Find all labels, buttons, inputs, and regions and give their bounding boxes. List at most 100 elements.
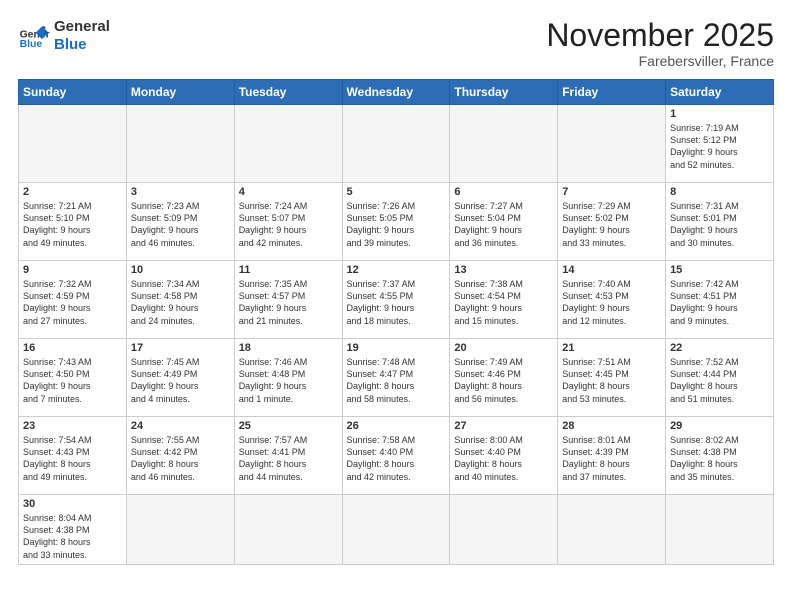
day-number: 9	[23, 264, 122, 276]
calendar-cell	[126, 105, 234, 183]
day-info: Sunrise: 7:29 AM Sunset: 5:02 PM Dayligh…	[562, 200, 661, 249]
calendar-cell: 3 Sunrise: 7:23 AM Sunset: 5:09 PM Daylig…	[126, 183, 234, 261]
calendar-cell: 8 Sunrise: 7:31 AM Sunset: 5:01 PM Daylig…	[666, 183, 774, 261]
day-number: 8	[670, 186, 769, 198]
weekday-header-wednesday: Wednesday	[342, 80, 450, 105]
calendar-cell: 28 Sunrise: 8:01 AM Sunset: 4:39 PM Dayli…	[558, 417, 666, 495]
day-number: 23	[23, 420, 122, 432]
day-info: Sunrise: 7:40 AM Sunset: 4:53 PM Dayligh…	[562, 278, 661, 327]
calendar-cell	[19, 105, 127, 183]
day-number: 6	[454, 186, 553, 198]
day-number: 24	[131, 420, 230, 432]
day-number: 25	[239, 420, 338, 432]
calendar: SundayMondayTuesdayWednesdayThursdayFrid…	[18, 79, 774, 565]
day-number: 17	[131, 342, 230, 354]
calendar-cell: 29 Sunrise: 8:02 AM Sunset: 4:38 PM Dayli…	[666, 417, 774, 495]
calendar-cell: 7 Sunrise: 7:29 AM Sunset: 5:02 PM Daylig…	[558, 183, 666, 261]
day-info: Sunrise: 7:48 AM Sunset: 4:47 PM Dayligh…	[347, 356, 446, 405]
day-number: 22	[670, 342, 769, 354]
calendar-cell: 15 Sunrise: 7:42 AM Sunset: 4:51 PM Dayli…	[666, 261, 774, 339]
day-info: Sunrise: 7:42 AM Sunset: 4:51 PM Dayligh…	[670, 278, 769, 327]
calendar-cell: 30 Sunrise: 8:04 AM Sunset: 4:38 PM Dayli…	[19, 495, 127, 565]
calendar-cell: 24 Sunrise: 7:55 AM Sunset: 4:42 PM Dayli…	[126, 417, 234, 495]
day-number: 1	[670, 108, 769, 120]
day-number: 16	[23, 342, 122, 354]
weekday-header-tuesday: Tuesday	[234, 80, 342, 105]
day-number: 30	[23, 498, 122, 510]
day-info: Sunrise: 7:31 AM Sunset: 5:01 PM Dayligh…	[670, 200, 769, 249]
day-info: Sunrise: 7:35 AM Sunset: 4:57 PM Dayligh…	[239, 278, 338, 327]
day-number: 4	[239, 186, 338, 198]
day-number: 14	[562, 264, 661, 276]
day-info: Sunrise: 7:54 AM Sunset: 4:43 PM Dayligh…	[23, 434, 122, 483]
day-info: Sunrise: 7:45 AM Sunset: 4:49 PM Dayligh…	[131, 356, 230, 405]
day-info: Sunrise: 7:43 AM Sunset: 4:50 PM Dayligh…	[23, 356, 122, 405]
logo-icon: General Blue	[18, 20, 50, 52]
title-block: November 2025 Farebersviller, France	[546, 18, 774, 69]
weekday-header-monday: Monday	[126, 80, 234, 105]
calendar-cell	[450, 495, 558, 565]
calendar-cell: 1Sunrise: 7:19 AM Sunset: 5:12 PM Daylig…	[666, 105, 774, 183]
calendar-cell: 17 Sunrise: 7:45 AM Sunset: 4:49 PM Dayli…	[126, 339, 234, 417]
calendar-cell: 23 Sunrise: 7:54 AM Sunset: 4:43 PM Dayli…	[19, 417, 127, 495]
calendar-cell: 10 Sunrise: 7:34 AM Sunset: 4:58 PM Dayli…	[126, 261, 234, 339]
day-number: 15	[670, 264, 769, 276]
day-number: 27	[454, 420, 553, 432]
calendar-cell: 4 Sunrise: 7:24 AM Sunset: 5:07 PM Daylig…	[234, 183, 342, 261]
calendar-cell	[666, 495, 774, 565]
weekday-header-thursday: Thursday	[450, 80, 558, 105]
day-number: 13	[454, 264, 553, 276]
day-info: Sunrise: 7:52 AM Sunset: 4:44 PM Dayligh…	[670, 356, 769, 405]
day-number: 19	[347, 342, 446, 354]
day-number: 7	[562, 186, 661, 198]
calendar-cell: 12Sunrise: 7:37 AM Sunset: 4:55 PM Dayli…	[342, 261, 450, 339]
calendar-cell: 18Sunrise: 7:46 AM Sunset: 4:48 PM Dayli…	[234, 339, 342, 417]
calendar-cell	[450, 105, 558, 183]
day-info: Sunrise: 8:01 AM Sunset: 4:39 PM Dayligh…	[562, 434, 661, 483]
day-info: Sunrise: 7:26 AM Sunset: 5:05 PM Dayligh…	[347, 200, 446, 249]
svg-text:Blue: Blue	[20, 39, 43, 50]
calendar-cell: 2Sunrise: 7:21 AM Sunset: 5:10 PM Daylig…	[19, 183, 127, 261]
month-title: November 2025	[546, 18, 774, 53]
day-info: Sunrise: 7:55 AM Sunset: 4:42 PM Dayligh…	[131, 434, 230, 483]
day-info: Sunrise: 8:02 AM Sunset: 4:38 PM Dayligh…	[670, 434, 769, 483]
calendar-cell: 16 Sunrise: 7:43 AM Sunset: 4:50 PM Dayli…	[19, 339, 127, 417]
location: Farebersviller, France	[546, 53, 774, 69]
day-number: 26	[347, 420, 446, 432]
day-info: Sunrise: 7:57 AM Sunset: 4:41 PM Dayligh…	[239, 434, 338, 483]
day-info: Sunrise: 7:24 AM Sunset: 5:07 PM Dayligh…	[239, 200, 338, 249]
weekday-header-friday: Friday	[558, 80, 666, 105]
calendar-cell: 25 Sunrise: 7:57 AM Sunset: 4:41 PM Dayli…	[234, 417, 342, 495]
day-info: Sunrise: 7:38 AM Sunset: 4:54 PM Dayligh…	[454, 278, 553, 327]
page-header: General Blue General Blue November 2025 …	[18, 18, 774, 69]
calendar-cell: 19 Sunrise: 7:48 AM Sunset: 4:47 PM Dayli…	[342, 339, 450, 417]
calendar-cell: 13 Sunrise: 7:38 AM Sunset: 4:54 PM Dayli…	[450, 261, 558, 339]
day-info: Sunrise: 7:34 AM Sunset: 4:58 PM Dayligh…	[131, 278, 230, 327]
day-number: 10	[131, 264, 230, 276]
day-number: 28	[562, 420, 661, 432]
day-number: 5	[347, 186, 446, 198]
day-number: 2	[23, 186, 122, 198]
calendar-cell: 26 Sunrise: 7:58 AM Sunset: 4:40 PM Dayli…	[342, 417, 450, 495]
day-number: 3	[131, 186, 230, 198]
day-info: Sunrise: 7:23 AM Sunset: 5:09 PM Dayligh…	[131, 200, 230, 249]
day-number: 29	[670, 420, 769, 432]
day-info: Sunrise: 7:49 AM Sunset: 4:46 PM Dayligh…	[454, 356, 553, 405]
calendar-cell	[234, 495, 342, 565]
calendar-cell: 14 Sunrise: 7:40 AM Sunset: 4:53 PM Dayli…	[558, 261, 666, 339]
calendar-cell	[234, 105, 342, 183]
calendar-cell	[342, 105, 450, 183]
day-info: Sunrise: 8:00 AM Sunset: 4:40 PM Dayligh…	[454, 434, 553, 483]
day-info: Sunrise: 8:04 AM Sunset: 4:38 PM Dayligh…	[23, 512, 122, 561]
weekday-header-saturday: Saturday	[666, 80, 774, 105]
day-info: Sunrise: 7:32 AM Sunset: 4:59 PM Dayligh…	[23, 278, 122, 327]
calendar-cell: 20Sunrise: 7:49 AM Sunset: 4:46 PM Dayli…	[450, 339, 558, 417]
calendar-cell: 21Sunrise: 7:51 AM Sunset: 4:45 PM Dayli…	[558, 339, 666, 417]
calendar-cell: 6Sunrise: 7:27 AM Sunset: 5:04 PM Daylig…	[450, 183, 558, 261]
calendar-cell: 9 Sunrise: 7:32 AM Sunset: 4:59 PM Daylig…	[19, 261, 127, 339]
calendar-cell: 11 Sunrise: 7:35 AM Sunset: 4:57 PM Dayli…	[234, 261, 342, 339]
day-number: 11	[239, 264, 338, 276]
calendar-cell	[558, 105, 666, 183]
day-info: Sunrise: 7:58 AM Sunset: 4:40 PM Dayligh…	[347, 434, 446, 483]
day-number: 21	[562, 342, 661, 354]
